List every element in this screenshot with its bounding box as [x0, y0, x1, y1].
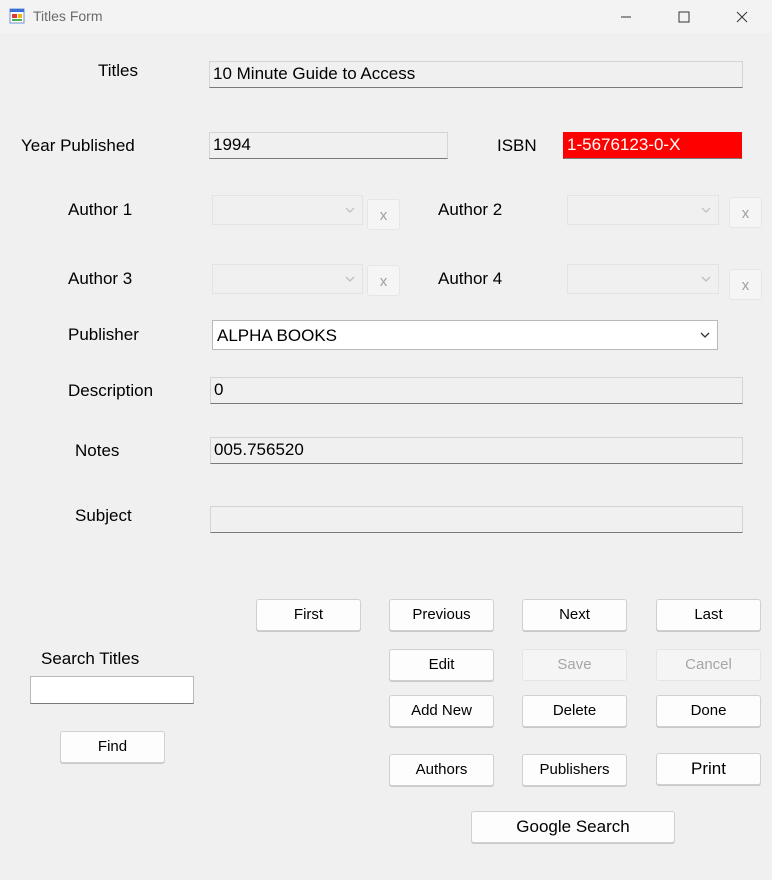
subject-field[interactable]	[210, 506, 743, 533]
minimize-icon	[621, 16, 631, 17]
year-published-field[interactable]: 1994	[209, 132, 448, 159]
delete-button[interactable]: Delete	[522, 695, 627, 727]
previous-button[interactable]: Previous	[389, 599, 494, 631]
chevron-down-icon	[701, 207, 711, 213]
publishers-button[interactable]: Publishers	[522, 754, 627, 786]
google-search-button[interactable]: Google Search	[471, 811, 675, 843]
author4-combobox[interactable]	[567, 264, 719, 294]
year-published-label: Year Published	[21, 136, 135, 155]
chevron-down-icon	[345, 276, 355, 282]
edit-button[interactable]: Edit	[389, 649, 494, 681]
title-field[interactable]: 10 Minute Guide to Access	[209, 61, 743, 88]
description-label: Description	[68, 381, 154, 400]
search-titles-label: Search Titles	[41, 649, 140, 668]
save-button[interactable]: Save	[522, 649, 627, 681]
clear-author2-button[interactable]: x	[729, 197, 762, 228]
cancel-button[interactable]: Cancel	[656, 649, 761, 681]
find-button[interactable]: Find	[60, 731, 165, 763]
chevron-down-icon	[701, 276, 711, 282]
notes-field[interactable]: 005.756520	[210, 437, 743, 464]
first-button[interactable]: First	[256, 599, 361, 631]
close-button[interactable]	[713, 0, 771, 33]
maximize-icon	[678, 11, 690, 22]
clear-author3-button[interactable]: x	[367, 265, 400, 296]
publisher-value: ALPHA BOOKS	[217, 326, 337, 345]
author3-combobox[interactable]	[212, 264, 363, 294]
print-button[interactable]: Print	[656, 753, 761, 785]
close-icon	[736, 11, 748, 22]
description-field[interactable]: 0	[210, 377, 743, 404]
author1-label: Author 1	[68, 200, 133, 219]
clear-author1-button[interactable]: x	[367, 199, 400, 230]
publisher-combobox[interactable]: ALPHA BOOKS	[212, 320, 718, 350]
authors-button[interactable]: Authors	[389, 754, 494, 786]
author3-label: Author 3	[68, 269, 133, 288]
author1-combobox[interactable]	[212, 195, 363, 225]
last-button[interactable]: Last	[656, 599, 761, 631]
chevron-down-icon	[345, 207, 355, 213]
minimize-button[interactable]	[597, 0, 655, 33]
search-titles-input[interactable]	[30, 676, 194, 704]
isbn-field[interactable]: 1-5676123-0-X	[563, 132, 742, 159]
publisher-label: Publisher	[68, 325, 139, 344]
author2-combobox[interactable]	[567, 195, 719, 225]
chevron-down-icon	[700, 332, 710, 338]
title-bar: Titles Form	[0, 0, 772, 33]
add-new-button[interactable]: Add New	[389, 695, 494, 727]
done-button[interactable]: Done	[656, 695, 761, 727]
notes-label: Notes	[75, 441, 120, 460]
window-title: Titles Form	[33, 8, 103, 24]
subject-label: Subject	[75, 506, 132, 525]
next-button[interactable]: Next	[522, 599, 627, 631]
app-form-icon	[9, 8, 25, 24]
titles-label: Titles	[98, 61, 138, 80]
maximize-button[interactable]	[655, 0, 713, 33]
author4-label: Author 4	[438, 269, 503, 288]
clear-author4-button[interactable]: x	[729, 269, 762, 300]
author2-label: Author 2	[438, 200, 503, 219]
isbn-label: ISBN	[497, 136, 537, 155]
